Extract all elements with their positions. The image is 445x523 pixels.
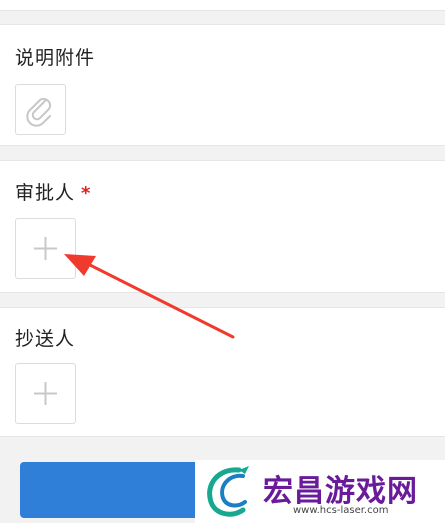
top-section [0,0,445,11]
approver-label-text: 审批人 [15,182,76,204]
plus-icon [34,237,57,260]
approver-label: 审批人 * [15,178,91,205]
add-cc-button[interactable] [15,363,76,424]
watermark-logo-icon [207,466,249,517]
attachment-section: 说明附件 [0,24,445,146]
cc-label: 抄送人 [15,328,76,350]
paperclip-icon [26,97,52,127]
attachment-label: 说明附件 [15,47,96,69]
watermark-url: www.hcs-laser.com [293,505,389,516]
plus-icon [34,382,57,405]
watermark: 宏昌游戏网 www.hcs-laser.com [195,460,445,523]
cc-section: 抄送人 [0,307,445,437]
approver-section: 审批人 * [0,160,445,293]
attachment-upload-button[interactable] [15,84,66,135]
required-mark: * [81,183,92,204]
watermark-title: 宏昌游戏网 [263,474,418,509]
add-approver-button[interactable] [15,218,76,279]
